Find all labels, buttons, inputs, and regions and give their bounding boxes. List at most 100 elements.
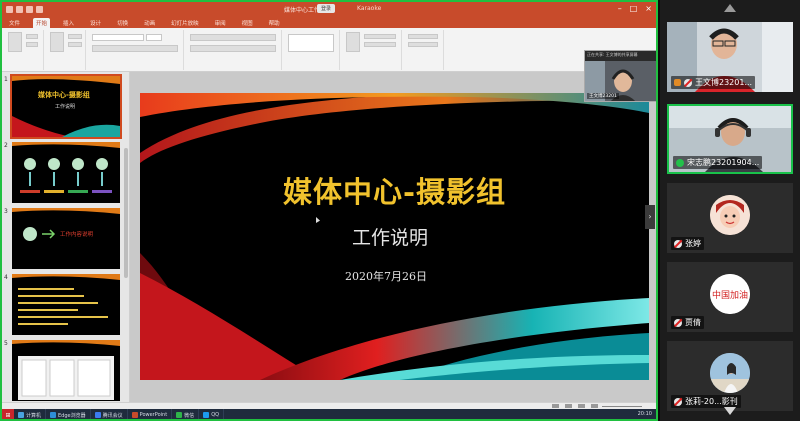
participant-name: 张莉-20...影刊 [685,397,738,406]
tab-help[interactable]: 帮助 [266,18,283,28]
tab-animations[interactable]: 动画 [141,18,158,28]
tab-home[interactable]: 开始 [33,18,51,28]
view-buttons [552,404,598,408]
taskbar-app-wechat[interactable]: 微信 [172,409,200,419]
tab-slideshow[interactable]: 幻灯片放映 [168,18,202,28]
shape-outline-icon[interactable] [364,42,396,47]
cut-icon[interactable] [26,34,38,39]
qq-icon [203,412,210,418]
slideshow-view-icon[interactable] [591,404,598,408]
replace-icon[interactable] [408,42,438,47]
shapes-gallery[interactable] [288,34,334,52]
participant-tile[interactable]: 中国加油 贾倩 [667,262,793,332]
participant-label: 王文博23201... [671,76,756,89]
thumb-number: 4 [4,274,8,281]
minimize-icon[interactable]: – [618,4,622,13]
tab-insert[interactable]: 插入 [60,18,77,28]
thumbnail-slide-4[interactable] [12,274,120,335]
participant-tile[interactable]: 张婷 [667,183,793,253]
maximize-icon[interactable]: □ [630,4,638,13]
sorter-view-icon[interactable] [565,404,572,408]
normal-view-icon[interactable] [552,404,559,408]
taskbar-app-powerpoint[interactable]: PowerPoint [128,409,173,419]
font-name-field[interactable] [92,34,144,41]
pip-name: 王文博23201 [587,93,619,99]
ribbon-group-drawing [284,30,340,70]
thumbnail-slide-2[interactable] [12,142,120,203]
current-slide[interactable]: 媒体中心-摄影组 工作说明 2020年7月26日 [140,93,649,380]
find-icon[interactable] [408,34,438,39]
thumb3-text: 工作内容说明 [60,232,94,238]
copy-icon[interactable] [26,42,38,47]
status-bar [2,402,656,409]
ribbon-group-editing [404,30,444,70]
thumb-number: 3 [4,208,8,215]
tab-view[interactable]: 视图 [239,18,256,28]
ribbon [2,28,656,72]
mic-muted-icon [674,397,682,406]
taskbar-app-computer[interactable]: 计算机 [14,409,47,419]
align-icons[interactable] [190,45,276,52]
slide-subtitle: 工作说明 [352,227,429,249]
participant-tile[interactable]: 张莉-20...影刊 [667,341,793,411]
new-slide-icon[interactable] [50,32,64,52]
tab-file[interactable]: 文件 [6,18,23,28]
ribbon-group-arrange [342,30,402,70]
taskbar-app-browser[interactable]: Edge浏览器 [46,409,91,419]
start-button[interactable]: ⊞ [2,409,14,419]
account-name: Karaoke [357,5,382,12]
thumb-number: 1 [4,76,8,83]
presenter-video-thumbnail[interactable]: 正在共享: 王文博的共享屏幕 王文博23201 [584,50,656,102]
taskbar-app-qq[interactable]: QQ [199,409,225,419]
participant-name: 贾倩 [685,318,701,327]
photo-avatar-icon [710,353,750,393]
close-icon[interactable]: × [645,4,652,13]
tab-design[interactable]: 设计 [87,18,104,28]
shared-screen: 媒体中心工作说明 登录 Karaoke – □ × 文件 开始 插入 设计 切换… [0,0,658,421]
ribbon-tabs: 文件 开始 插入 设计 切换 动画 幻灯片放映 审阅 视图 帮助 [2,17,656,28]
thumb1-title: 媒体中心-摄影组 [38,91,90,99]
layout-icon[interactable] [68,34,82,39]
cartoon-avatar-icon [710,195,750,235]
pip-header: 正在共享: 王文博的共享屏幕 [585,51,656,61]
thumbnail-scrollbar[interactable] [124,148,128,278]
thumbnail-slide-1[interactable]: 媒体中心-摄影组 工作说明 [10,74,122,139]
paste-icon[interactable] [8,32,22,52]
thumb4-art [12,274,120,325]
scroll-up-icon[interactable] [724,4,736,12]
present-icon[interactable] [36,6,43,13]
login-button[interactable]: 登录 [317,4,336,13]
participant-label: 宋志鹏23201904... [673,156,763,169]
slide-editor: 媒体中心-摄影组 工作说明 2020年7月26日 [130,72,656,402]
list-icons[interactable] [190,34,276,41]
save-icon[interactable] [6,6,13,13]
screen: 媒体中心工作说明 登录 Karaoke – □ × 文件 开始 插入 设计 切换… [0,0,800,421]
participant-tile[interactable]: 王文博23201... [667,22,793,92]
quick-access-toolbar [2,6,43,13]
font-format-icons[interactable] [92,45,178,52]
zoom-slider[interactable] [602,406,642,407]
avatar [710,195,750,235]
arrange-icon[interactable] [346,32,360,52]
undo-icon[interactable] [16,6,23,13]
browser-icon [50,412,57,418]
reset-icon[interactable] [68,42,82,47]
slide-thumbnail-pane: 1 媒体中心-摄影组 工作说明 2 3 工作内容说明 4 5 [2,72,130,402]
host-icon [674,79,681,86]
china-jiayou-avatar-icon: 中国加油 [710,274,750,314]
reading-view-icon[interactable] [578,404,585,408]
thumbnail-slide-5[interactable] [12,340,120,401]
redo-icon[interactable] [26,6,33,13]
taskbar-app-meeting[interactable]: 腾讯会议 [91,409,128,419]
participant-label: 贾倩 [671,316,704,329]
participant-tile-active[interactable]: 宋志鹏23201904... [667,104,793,174]
font-size-field[interactable] [146,34,162,41]
tab-review[interactable]: 审阅 [212,18,229,28]
thumbnail-slide-3[interactable]: 工作内容说明 [12,208,120,269]
scroll-down-icon[interactable] [724,407,736,415]
collapse-panel-button[interactable]: › [645,205,655,229]
shape-fill-icon[interactable] [364,34,396,39]
ribbon-group-clipboard [4,30,44,70]
tab-transitions[interactable]: 切换 [114,18,131,28]
avatar [710,353,750,393]
